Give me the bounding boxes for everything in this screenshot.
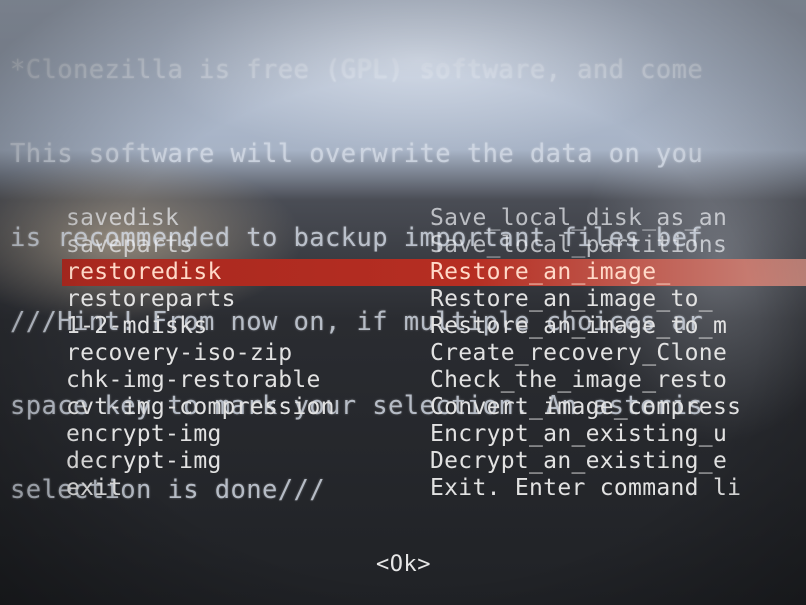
menu-item-desc: Exit. Enter command li [430,475,742,501]
menu-item-encrypt-img[interactable]: encrypt-img Encrypt_an_existing_u [62,421,806,448]
menu-item-key: 1-2-mdisks [66,313,208,339]
menu-item-saveparts[interactable]: saveparts Save_local_partitions [62,232,806,259]
menu-item-key: savedisk [66,205,180,231]
menu-item-desc: Decrypt_an_existing_e [430,448,728,474]
menu-item-key: restoreparts [66,286,236,312]
menu-item-decrypt-img[interactable]: decrypt-img Decrypt_an_existing_e [62,448,806,475]
menu-item-key: recovery-iso-zip [66,340,293,366]
menu-item-key: encrypt-img [66,421,222,447]
menu-item-desc: Save_local_disk_as_an [430,205,728,231]
menu-item-key: decrypt-img [66,448,222,474]
menu-item-1-2-mdisks[interactable]: 1-2-mdisks Restore_an_image_to_m [62,313,806,340]
menu-item-key: chk-img-restorable [66,367,321,393]
intro-line: This software will overwrite the data on… [10,140,704,168]
menu-item-key: cvt-img-compression [66,394,335,420]
menu-item-desc: Restore_an_image_ [430,259,671,285]
menu-item-key: restoredisk [66,259,222,285]
menu-item-desc: Check_the_image_resto [430,367,728,393]
ok-button[interactable]: <Ok> [376,552,431,577]
menu-item-chk-img-restorable[interactable]: chk-img-restorable Check_the_image_resto [62,367,806,394]
menu-item-desc: Create_recovery_Clone [430,340,728,366]
menu-item-desc: Restore_an_image_to_ [430,286,713,312]
menu-item-desc: Convert_image_compress [430,394,742,420]
menu-item-key: exit [66,475,123,501]
menu-item-key: saveparts [66,232,194,258]
menu-item-exit[interactable]: exit Exit. Enter command li [62,475,806,502]
mode-menu: savedisk Save_local_disk_as_an saveparts… [62,205,806,502]
menu-item-savedisk[interactable]: savedisk Save_local_disk_as_an [62,205,806,232]
menu-item-desc: Save_local_partitions [430,232,728,258]
menu-item-cvt-img-compression[interactable]: cvt-img-compression Convert_image_compre… [62,394,806,421]
intro-line: *Clonezilla is free (GPL) software, and … [10,56,704,84]
menu-item-restoreparts[interactable]: restoreparts Restore_an_image_to_ [62,286,806,313]
menu-item-recovery-iso-zip[interactable]: recovery-iso-zip Create_recovery_Clone [62,340,806,367]
menu-item-restoredisk[interactable]: restoredisk Restore_an_image_ [62,259,806,286]
menu-item-desc: Restore_an_image_to_m [430,313,728,339]
menu-item-desc: Encrypt_an_existing_u [430,421,728,447]
